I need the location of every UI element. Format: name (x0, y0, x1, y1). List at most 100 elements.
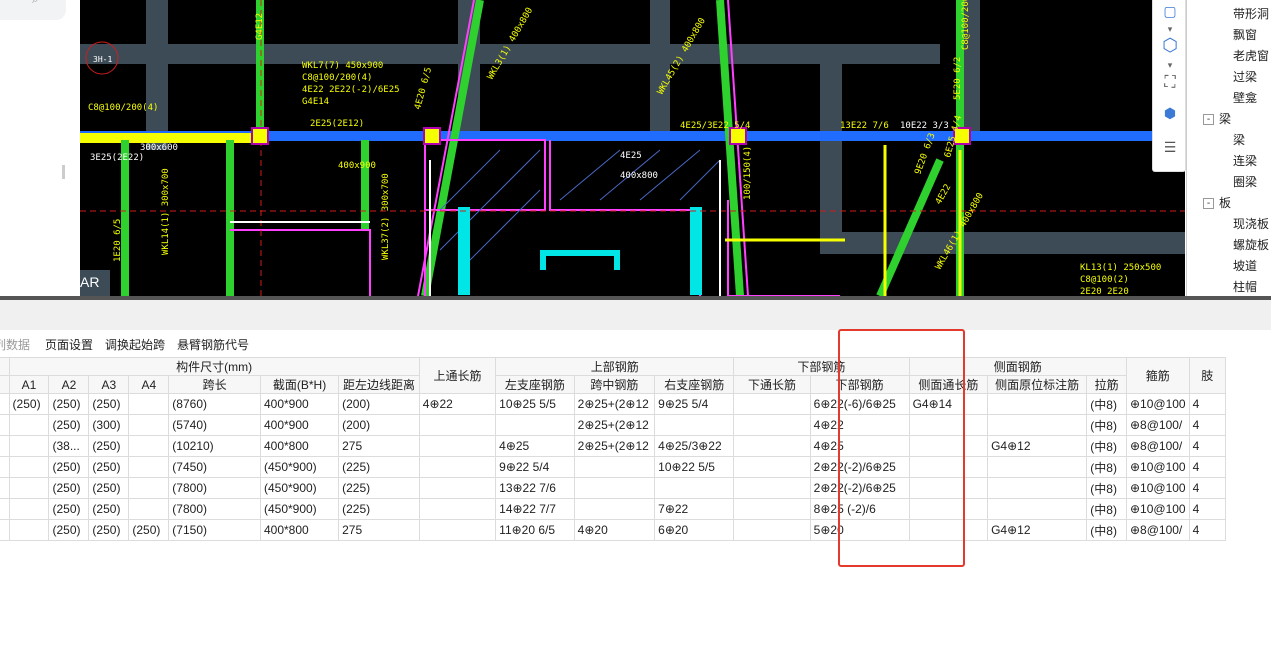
table-cell[interactable]: 400*900 (259, 414, 340, 436)
table-row[interactable]: (250) (250) (7450) (450*900) (225) 9⊕22 5/4 10… (0, 456, 1227, 478)
table-cell[interactable]: ⊕10@100 (1125, 498, 1190, 520)
table-cell[interactable]: ⊕10@100 (1125, 477, 1190, 499)
table-cell[interactable]: (225) (338, 498, 420, 520)
table-cell[interactable] (418, 414, 497, 436)
table-cell[interactable]: 11⊕20 6/5 (495, 519, 575, 541)
collapse-toggle-icon[interactable]: - (1203, 198, 1214, 209)
table-row[interactable]: (250) (250) (7800) (450*900) (225) 14⊕22 7/7 7… (0, 498, 1227, 520)
table-cell[interactable]: 4 (1188, 498, 1227, 520)
table-cell[interactable] (8, 519, 50, 541)
tree-item[interactable]: 老虎窗 (1233, 46, 1269, 67)
column-header[interactable]: A4 (128, 375, 170, 394)
table-cell[interactable]: (250) (48, 498, 90, 520)
column-header[interactable]: 右支座钢筋 (654, 375, 735, 394)
menu-item-page-setup[interactable]: 页面设置 (45, 336, 93, 353)
table-cell[interactable]: (200) (338, 393, 420, 415)
column-header[interactable]: A2 (48, 375, 90, 394)
search-icon[interactable]: ⌕ (32, 0, 39, 7)
table-row[interactable]: (38... (250) (10210) 400*800 275 4⊕25 2⊕25+(2⊕… (0, 435, 1227, 457)
menu-item-column-data[interactable]: 列数据 (0, 336, 30, 353)
tree-item[interactable]: 壁龛 (1233, 88, 1257, 109)
table-cell[interactable]: (5740) (168, 414, 261, 436)
table-row[interactable]: (250) (250) (250) (7150) 400*800 275 11⊕20 6/5… (0, 519, 1227, 541)
tree-item[interactable]: 带形洞 (1233, 4, 1269, 25)
table-cell[interactable]: 2⊕25+(2⊕12 (573, 435, 656, 457)
table-cell[interactable]: (250) (88, 498, 130, 520)
table-cell[interactable]: 9⊕22 5/4 (495, 456, 575, 478)
table-cell[interactable]: 4 (1188, 519, 1227, 541)
tree-item[interactable]: 梁 (1219, 109, 1231, 130)
table-cell[interactable] (128, 435, 170, 457)
table-cell[interactable] (128, 477, 170, 499)
tree-item[interactable]: 螺旋板 (1233, 235, 1269, 256)
table-cell[interactable]: (250) (88, 519, 130, 541)
table-cell[interactable]: 275 (338, 519, 420, 541)
table-cell[interactable]: 10⊕25 5/5 (495, 393, 575, 415)
table-cell[interactable] (418, 519, 497, 541)
table-cell[interactable] (987, 456, 1088, 478)
table-cell[interactable]: 4⊕22 (418, 393, 497, 415)
table-cell[interactable]: ⊕10@100 (1125, 456, 1190, 478)
tree-item[interactable]: 连梁 (1233, 151, 1257, 172)
table-cell[interactable]: G4⊕12 (987, 519, 1088, 541)
table-cell[interactable] (0, 477, 10, 499)
table-cell[interactable] (128, 456, 170, 478)
table-cell[interactable] (0, 498, 10, 520)
column-header[interactable]: 高 (0, 375, 10, 394)
table-cell[interactable]: (7450) (168, 456, 261, 478)
table-cell[interactable]: 400*800 (259, 519, 340, 541)
table-cell[interactable] (0, 519, 10, 541)
table-cell[interactable]: 4 (1188, 477, 1227, 499)
table-cell[interactable]: 4⊕25/3⊕22 (654, 435, 735, 457)
table-cell[interactable] (987, 393, 1088, 415)
table-cell[interactable]: 9⊕25 5/4 (654, 393, 735, 415)
column-header[interactable]: 下通长筋 (733, 375, 811, 394)
table-cell[interactable] (573, 498, 656, 520)
table-cell[interactable]: (450*900) (259, 498, 340, 520)
table-cell[interactable] (987, 498, 1088, 520)
table-cell[interactable]: 4 (1188, 456, 1227, 478)
table-cell[interactable] (573, 477, 656, 499)
tree-item[interactable]: 坡道 (1233, 256, 1257, 277)
tree-item[interactable]: 梁 (1233, 130, 1245, 151)
table-cell[interactable]: 2⊕25+(2⊕12 (573, 414, 656, 436)
table-cell[interactable] (128, 414, 170, 436)
table-cell[interactable]: 275 (338, 435, 420, 457)
table-cell[interactable]: (8760) (168, 393, 261, 415)
collapse-toggle-icon[interactable]: - (1203, 114, 1214, 125)
column-header[interactable]: 拉筋 (1086, 375, 1127, 394)
table-cell[interactable] (987, 477, 1088, 499)
table-cell[interactable] (418, 456, 497, 478)
fit-view-icon[interactable]: ⛶ (1159, 72, 1181, 94)
table-cell[interactable] (8, 477, 50, 499)
table-cell[interactable]: (中8) (1086, 393, 1127, 415)
table-cell[interactable] (733, 477, 811, 499)
table-row[interactable]: (250) (300) (5740) 400*900 (200) 2⊕25+(2⊕12 4⊕… (0, 414, 1227, 436)
table-cell[interactable] (733, 393, 811, 415)
table-cell[interactable]: G4⊕12 (987, 435, 1088, 457)
column-header[interactable]: 左支座钢筋 (495, 375, 575, 394)
table-cell[interactable]: (450*900) (259, 477, 340, 499)
table-cell[interactable] (0, 435, 10, 457)
column-header[interactable]: A1 (8, 375, 50, 394)
table-cell[interactable]: (中8) (1086, 477, 1127, 499)
table-cell[interactable]: (250) (48, 414, 90, 436)
table-cell[interactable] (418, 435, 497, 457)
table-cell[interactable] (8, 456, 50, 478)
table-cell[interactable] (733, 498, 811, 520)
table-cell[interactable]: (250) (48, 519, 90, 541)
table-cell[interactable] (987, 414, 1088, 436)
table-row[interactable]: (250) (250) (250) (8760) 400*900 (200) 4⊕22 10⊕… (0, 393, 1227, 415)
table-cell[interactable]: ⊕10@100 (1125, 393, 1190, 415)
table-cell[interactable]: ⊕8@100/ (1125, 435, 1190, 457)
table-cell[interactable]: 2⊕25+(2⊕12 (573, 393, 656, 415)
table-cell[interactable] (733, 414, 811, 436)
report-icon[interactable]: ☰ (1159, 136, 1181, 158)
table-cell[interactable]: 13⊕22 7/6 (495, 477, 575, 499)
table-cell[interactable]: 7⊕22 (654, 498, 735, 520)
search-box[interactable]: ⌕ (0, 0, 66, 20)
table-cell[interactable]: (250) (88, 393, 130, 415)
table-cell[interactable]: 4 (1188, 435, 1227, 457)
tree-item[interactable]: 柱帽 (1233, 277, 1257, 296)
tree-item[interactable]: 过梁 (1233, 67, 1257, 88)
